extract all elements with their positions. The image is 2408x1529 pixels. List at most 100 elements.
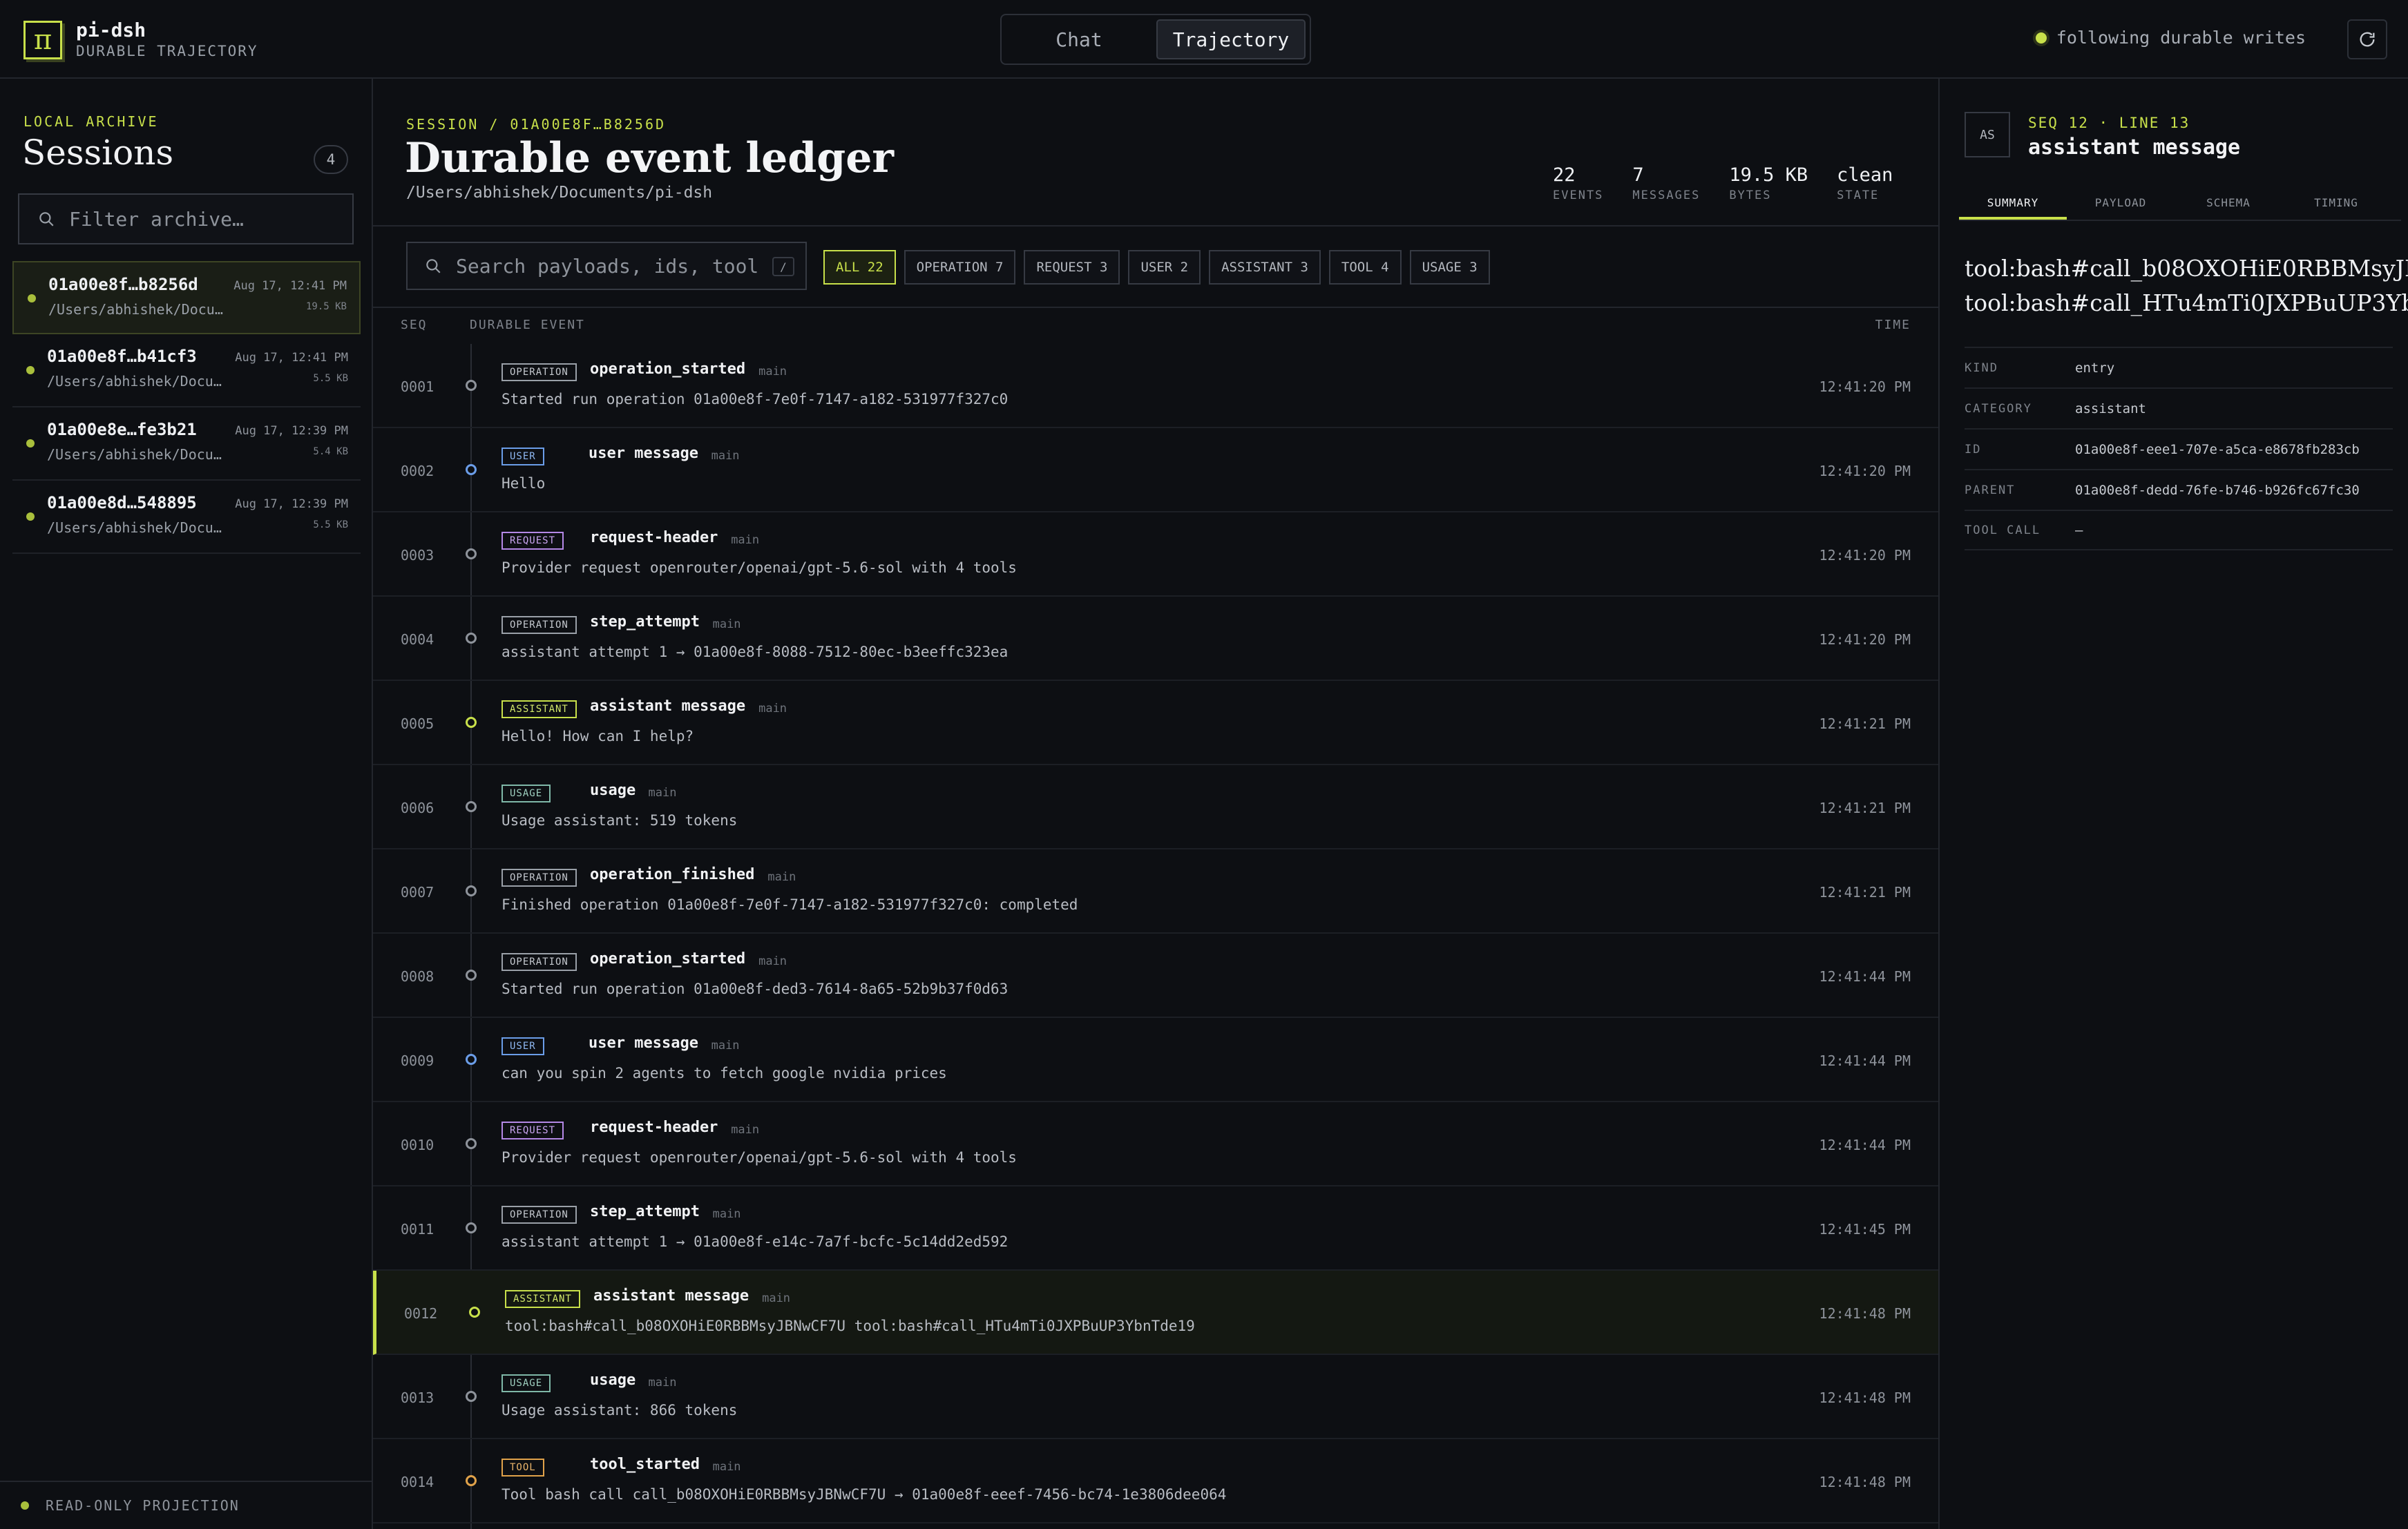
session-item[interactable]: 01a00e8d…548895 /Users/abhishek/Document… (12, 481, 361, 554)
session-size: 5.5 KB (313, 373, 348, 384)
session-size: 5.4 KB (313, 446, 348, 457)
event-row[interactable]: 0009 USER user message main can you spin 2 a… (373, 1018, 1938, 1102)
event-time: 12:41:44 PM (1819, 1137, 1911, 1153)
filter-chip-request[interactable]: REQUEST 3 (1024, 250, 1120, 285)
event-description: Started run operation 01a00e8f-ded3-7614… (501, 981, 1009, 997)
event-description: Hello (501, 475, 546, 492)
event-branch: main (767, 870, 796, 884)
timeline-node-icon (466, 1138, 477, 1149)
refresh-icon (2360, 32, 2375, 47)
tab-timing[interactable]: TIMING (2282, 189, 2390, 220)
filter-chip-usage[interactable]: USAGE 3 (1409, 250, 1490, 285)
event-row[interactable]: 0008 OPERATION operation_started main Starte… (373, 934, 1938, 1018)
session-item[interactable]: 01a00e8f…b8256d /Users/abhishek/Document… (12, 261, 361, 334)
tab-schema[interactable]: SCHEMA (2175, 189, 2282, 220)
event-row[interactable]: 0003 REQUEST request-header main Provider re… (373, 512, 1938, 597)
session-status-icon (26, 439, 35, 448)
tab-chat[interactable]: Chat (1006, 19, 1152, 59)
event-branch: main (731, 533, 760, 547)
event-description: assistant attempt 1 → 01a00e8f-e14c-7a7f… (501, 1233, 1009, 1250)
event-kind-badge: ASSISTANT (505, 1290, 580, 1308)
event-description: tool:bash#call_b08OXOHiE0RBBMsyJBNwCF7U … (505, 1318, 1195, 1334)
event-seq: 0012 (404, 1305, 438, 1322)
event-name: assistant message (593, 1287, 749, 1305)
filter-chip-user[interactable]: USER 2 (1128, 250, 1201, 285)
event-row[interactable]: 0002 USER user message main Hello 12:41:20 PM (373, 428, 1938, 512)
event-seq: 0007 (401, 884, 434, 901)
event-name: tool_started (590, 1456, 700, 1473)
filter-chip-assistant[interactable]: ASSISTANT 3 (1209, 250, 1321, 285)
event-time: 12:41:45 PM (1819, 1221, 1911, 1238)
event-name: assistant message (590, 698, 746, 715)
column-header-time: TIME (1875, 318, 1911, 332)
event-kind-badge: REQUEST (501, 532, 564, 550)
event-row[interactable]: 0006 USAGE usage main Usage assistant: 519 t… (373, 765, 1938, 849)
event-time: 12:41:20 PM (1819, 463, 1911, 479)
stat-events: 22 EVENTS (1553, 164, 1604, 202)
tab-trajectory[interactable]: Trajectory (1156, 19, 1306, 59)
top-bar: π pi-dsh DURABLE TRAJECTORY Chat Traject… (0, 0, 2408, 79)
tab-payload[interactable]: PAYLOAD (2067, 189, 2175, 220)
brand[interactable]: π pi-dsh DURABLE TRAJECTORY (23, 19, 258, 61)
event-description: Tool bash call call_b08OXOHiE0RBBMsyJBNw… (501, 1486, 1227, 1503)
filter-chip-tool[interactable]: TOOL 4 (1328, 250, 1402, 285)
filter-chip-operation[interactable]: OPERATION 7 (904, 250, 1016, 285)
detail-kicker: SEQ 12 · LINE 13 (2028, 115, 2190, 131)
ledger-panel: SESSION / 01A00E8F…B8256D Durable event … (373, 79, 1938, 1529)
event-kind-badge: USER (501, 1037, 544, 1055)
event-branch: main (731, 1123, 760, 1137)
session-item[interactable]: 01a00e8e…fe3b21 /Users/abhishek/Document… (12, 407, 361, 481)
event-kind-badge: OPERATION (501, 869, 577, 887)
filter-chip-all[interactable]: ALL 22 (823, 250, 896, 285)
filter-input[interactable] (69, 207, 332, 231)
event-time: 12:41:20 PM (1819, 547, 1911, 564)
event-kind-badge: USAGE (501, 1374, 551, 1392)
follow-status-label: following durable writes (2056, 28, 2306, 48)
event-description: Hello! How can I help? (501, 728, 694, 744)
event-time: 12:41:21 PM (1819, 800, 1911, 816)
session-status-icon (26, 512, 35, 521)
session-status-icon (26, 366, 35, 374)
event-row[interactable]: 0005 ASSISTANT assistant message main Hello!… (373, 681, 1938, 765)
page-title: Durable event ledger (405, 134, 895, 182)
detail-meta-table: KIND entry CATEGORY assistant ID 01a00e8f-e… (1965, 347, 2393, 550)
event-kind-badge: OPERATION (501, 1206, 577, 1224)
refresh-button[interactable] (2347, 19, 2387, 59)
summary-line: tool:bash#call_b08OXOHiE0RBBMsyJBNwCF7U (1965, 255, 2408, 282)
timeline-node-icon (466, 801, 477, 812)
session-stats: 22 EVENTS 7 MESSAGES 19.5 KB BYTES clean STA… (1553, 164, 1893, 202)
event-kind-badge: OPERATION (501, 953, 577, 971)
search-box: / (406, 242, 807, 290)
event-kind-badge: USER (501, 448, 544, 465)
event-seq: 0013 (401, 1389, 434, 1406)
session-id: 01a00e8f…b8256d (48, 275, 198, 294)
event-row[interactable]: 0011 OPERATION step_attempt main assistant a… (373, 1186, 1938, 1271)
timeline-node-icon (466, 970, 477, 981)
detail-summary: tool:bash#call_b08OXOHiE0RBBMsyJBNwCF7U … (1965, 251, 2408, 320)
event-row[interactable]: 0001 OPERATION operation_started main Starte… (373, 344, 1938, 428)
search-input[interactable] (456, 254, 760, 278)
event-description: Usage assistant: 519 tokens (501, 812, 738, 829)
event-description: Usage assistant: 866 tokens (501, 1402, 738, 1419)
summary-line: tool:bash#call_HTu4mTi0JXPBuUP3YbnTde19 (1965, 289, 2408, 316)
column-header-event: DURABLE EVENT (470, 318, 585, 332)
event-seq: 0011 (401, 1221, 434, 1238)
timeline-node-icon (466, 1475, 477, 1486)
event-row[interactable]: 0010 REQUEST request-header main Provider re… (373, 1102, 1938, 1186)
event-row[interactable]: 0012 ASSISTANT assistant message main tool:b… (373, 1271, 1938, 1355)
event-seq: 0014 (401, 1474, 434, 1490)
event-row[interactable]: 0004 OPERATION step_attempt main assistant a… (373, 597, 1938, 681)
session-item[interactable]: 01a00e8f…b41cf3 /Users/abhishek/Document… (12, 334, 361, 407)
archive-kicker: LOCAL ARCHIVE (23, 113, 159, 130)
event-row[interactable]: 0014 TOOL tool_started main Tool bash call c… (373, 1439, 1938, 1523)
timeline-node-icon (466, 633, 477, 644)
footer-label: READ-ONLY PROJECTION (46, 1497, 240, 1514)
event-row[interactable]: 0013 USAGE usage main Usage assistant: 866 t… (373, 1355, 1938, 1439)
event-kind-badge: REQUEST (501, 1122, 564, 1139)
event-row[interactable]: 0007 OPERATION operation_finished main Finis… (373, 849, 1938, 934)
tab-summary[interactable]: SUMMARY (1959, 189, 2067, 220)
sidebar: LOCAL ARCHIVE Sessions 4 01a00e8f…b8256d… (0, 79, 373, 1529)
event-branch: main (648, 1376, 677, 1389)
event-time: 12:41:48 PM (1819, 1389, 1911, 1406)
session-size: 5.5 KB (313, 519, 348, 530)
